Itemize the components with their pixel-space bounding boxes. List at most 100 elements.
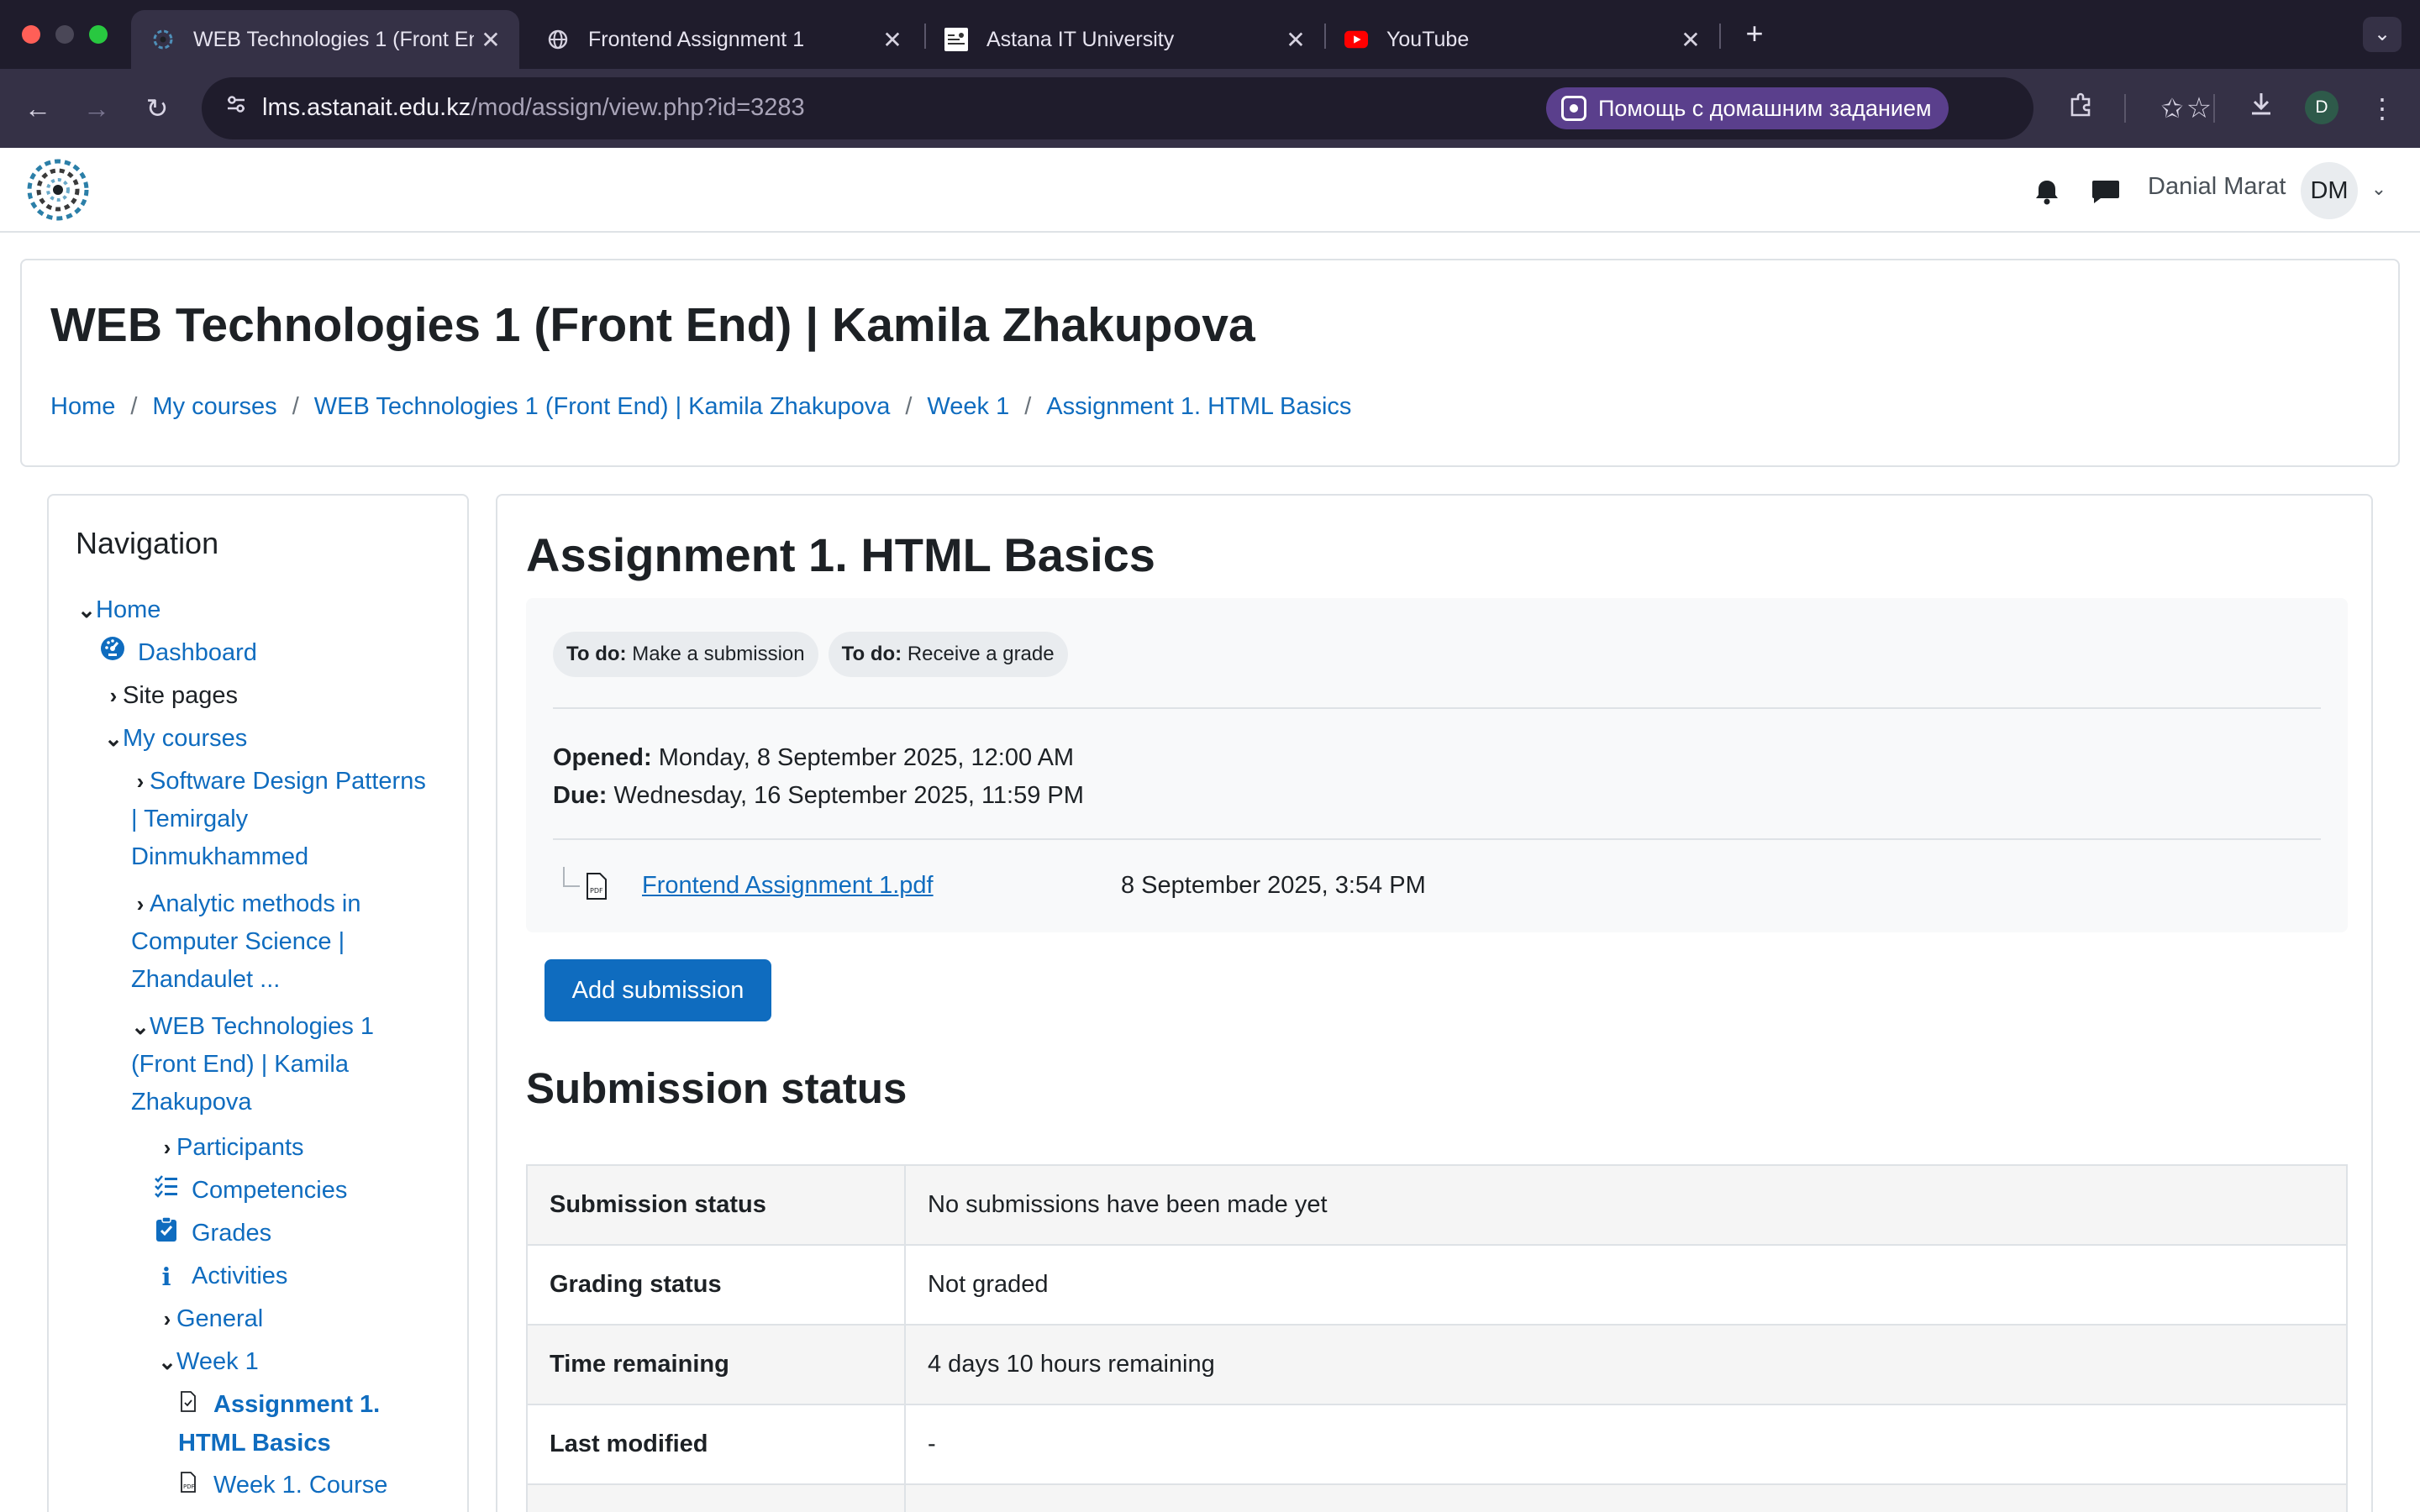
todo-label: To do: <box>566 643 627 665</box>
table-cell-key: Submission status <box>526 1164 906 1246</box>
nav-grades-label: Grades <box>192 1220 272 1247</box>
nav-competencies-label: Competencies <box>192 1177 348 1204</box>
forward-arrow-icon[interactable]: → <box>77 89 116 128</box>
add-submission-button[interactable]: Add submission <box>544 959 771 1021</box>
messages-chat-icon[interactable] <box>2089 175 2123 208</box>
navigation-title: Navigation <box>76 526 219 560</box>
back-arrow-icon[interactable]: ← <box>18 89 57 128</box>
chevron-down-icon: ⌄ <box>77 597 96 622</box>
url-host: lms.astanait.edu.kz <box>262 94 471 121</box>
user-avatar[interactable]: DM <box>2301 162 2358 219</box>
tab-frontend-assignment[interactable]: Frontend Assignment 1 ✕ <box>526 10 921 69</box>
close-icon[interactable]: ✕ <box>1674 26 1707 54</box>
chevron-down-icon: ⌄ <box>131 1014 150 1039</box>
tab-astana-it-university[interactable]: Astana IT University ✕ <box>924 10 1324 69</box>
table-cell-key: Time remaining <box>526 1324 906 1405</box>
youtube-icon <box>1344 28 1368 51</box>
bookmarks-star-icon[interactable]: ✩ <box>2153 89 2191 128</box>
opened-value: Monday, 8 September 2025, 12:00 AM <box>658 744 1075 771</box>
close-icon[interactable]: ✕ <box>474 26 508 54</box>
tab-title: YouTube <box>1386 27 1470 51</box>
chevron-down-icon: ⌄ <box>104 726 123 751</box>
nav-course-label: Dinmukhammed <box>131 843 309 870</box>
close-icon[interactable]: ✕ <box>876 26 909 54</box>
close-window-button[interactable] <box>22 25 40 44</box>
user-menu-name[interactable]: Danial Marat <box>2148 173 2286 201</box>
astana-it-university-favicon-icon <box>944 28 968 51</box>
nav-week-1-course-label: Week 1. Course <box>213 1472 388 1499</box>
address-bar[interactable]: lms.astanait.edu.kz/mod/assign/view.php?… <box>202 77 2212 139</box>
minimize-window-button[interactable] <box>55 25 74 44</box>
todo-badge-grade: To do: Receive a grade <box>828 632 1068 677</box>
table-cell-key <box>526 1483 906 1512</box>
tab-search-chevron-down-icon[interactable]: ⌄ <box>2363 17 2402 52</box>
table-cell-value: 4 days 10 hours remaining <box>904 1324 2348 1405</box>
main-region: Assignment 1. HTML Basics To do: Make a … <box>496 494 2373 1512</box>
nav-course-label: WEB Technologies 1 <box>150 1013 375 1040</box>
nav-course-label: Software Design Patterns <box>150 768 426 795</box>
nav-activities[interactable]: i Activities <box>153 1257 287 1296</box>
browser-menu-icon[interactable]: ⋮ <box>2363 89 2402 128</box>
nav-general-label: General <box>176 1305 264 1332</box>
table-row: Grading status Not graded <box>526 1244 2348 1326</box>
breadcrumb-my-courses[interactable]: My courses <box>152 393 276 421</box>
breadcrumb-course[interactable]: WEB Technologies 1 (Front End) | Kamila … <box>314 393 891 421</box>
nav-course-analytic-methods[interactable]: › Analytic methods in Computer Science | … <box>131 885 467 999</box>
breadcrumb-separator: / <box>905 393 913 420</box>
nav-week-1-course-label: overview and HTML <box>178 1505 464 1512</box>
chevron-right-icon: › <box>136 769 145 794</box>
new-tab-button[interactable]: + <box>1738 17 1771 50</box>
navigation-block: Navigation ⌄Home Dashboard › Site pages ⌄… <box>47 494 469 1512</box>
astana-it-logo[interactable] <box>24 155 92 225</box>
breadcrumb-week[interactable]: Week 1 <box>927 393 1009 421</box>
nav-week-1[interactable]: ⌄Week 1 <box>158 1343 259 1381</box>
nav-site-pages[interactable]: › Site pages <box>104 677 238 715</box>
maximize-window-button[interactable] <box>89 25 108 44</box>
opened-label: Opened: <box>553 744 652 771</box>
breadcrumb-home[interactable]: Home <box>50 393 115 421</box>
close-icon[interactable]: ✕ <box>1279 26 1313 54</box>
download-icon[interactable] <box>2242 89 2281 128</box>
nav-dashboard-label: Dashboard <box>138 639 257 666</box>
notifications-bell-icon[interactable] <box>2030 175 2064 208</box>
nav-home[interactable]: ⌄Home <box>77 591 160 629</box>
table-row <box>526 1483 2348 1512</box>
breadcrumb-assignment[interactable]: Assignment 1. HTML Basics <box>1046 393 1351 421</box>
extensions-icon[interactable] <box>2062 89 2101 128</box>
nav-competencies[interactable]: Competencies <box>153 1172 347 1210</box>
reload-icon[interactable]: ↻ <box>138 89 176 128</box>
nav-course-label: Computer Science | <box>131 928 345 955</box>
breadcrumb: Home / My courses / WEB Technologies 1 (… <box>50 393 1351 421</box>
url-text[interactable]: lms.astanait.edu.kz/mod/assign/view.php?… <box>262 94 805 122</box>
nav-course-web-technologies[interactable]: ⌄WEB Technologies 1 (Front End) | Kamila… <box>131 1008 467 1121</box>
nav-general[interactable]: › General <box>158 1300 264 1338</box>
nav-course-software-design-patterns[interactable]: › Software Design Patterns | Temirgaly Di… <box>131 763 467 876</box>
nav-week-1-course-overview[interactable]: PDF Week 1. Course overview and HTML <box>178 1467 464 1512</box>
nav-grades[interactable]: Grades <box>153 1215 271 1253</box>
browser-toolbar: ← → ↻ lms.astanait.edu.kz/mod/assign/vie… <box>0 69 2420 148</box>
breadcrumb-separator: / <box>130 393 138 420</box>
browser-profile-avatar[interactable]: D <box>2305 91 2338 124</box>
due-label: Due: <box>553 782 608 809</box>
nav-assignment-label: Assignment 1. <box>213 1391 381 1418</box>
tree-connector <box>563 867 580 887</box>
nav-participants[interactable]: › Participants <box>158 1129 304 1167</box>
chevron-down-icon[interactable]: ⌄ <box>2366 176 2391 202</box>
todo-label: To do: <box>841 643 902 665</box>
nav-my-courses[interactable]: ⌄My courses <box>104 720 247 758</box>
attachment-link[interactable]: Frontend Assignment 1.pdf <box>642 872 934 900</box>
nav-participants-label: Participants <box>176 1134 304 1161</box>
homework-help-chip[interactable]: Помощь с домашним заданием <box>1546 87 1949 129</box>
site-settings-icon[interactable] <box>217 89 255 128</box>
todo-text: Receive a grade <box>907 643 1055 665</box>
nav-site-pages-label: Site pages <box>123 682 239 709</box>
tab-youtube[interactable]: YouTube ✕ <box>1324 10 1719 69</box>
todo-badge-submission: To do: Make a submission <box>553 632 818 677</box>
nav-week-1-label: Week 1 <box>176 1348 259 1375</box>
info-icon: i <box>161 1262 171 1291</box>
attachment-date: 8 September 2025, 3:54 PM <box>1121 872 1426 899</box>
tab-web-technologies[interactable]: WEB Technologies 1 (Front End) | Kamila … <box>131 10 519 69</box>
nav-assignment-1-current[interactable]: Assignment 1. HTML Basics <box>178 1386 464 1462</box>
nav-dashboard[interactable]: Dashboard <box>99 634 257 673</box>
globe-icon <box>546 28 570 51</box>
